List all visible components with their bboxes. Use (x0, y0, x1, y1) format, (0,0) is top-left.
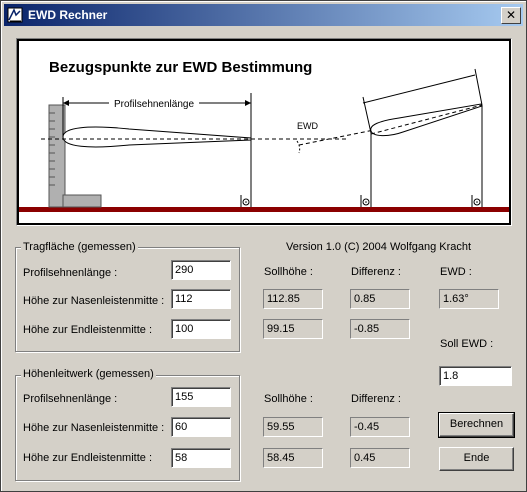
wing-profile (62, 126, 252, 148)
tail-chord-input[interactable]: 155 (171, 387, 231, 407)
wing-le-height-label: Höhe zur Nasenleistenmitte : (23, 295, 165, 307)
ewd-label: EWD : (440, 266, 472, 278)
wing-soll-te-readout: 99.15 (263, 319, 323, 339)
close-button[interactable]: ✕ (501, 7, 521, 24)
tail-le-height-label: Höhe zur Nasenleistenmitte : (23, 422, 165, 434)
soll-ewd-label: Soll EWD : (440, 338, 494, 350)
wing-chord-label: Profilsehnenlänge : (23, 267, 118, 279)
chord-label: Profilsehnenlänge (114, 99, 194, 110)
base-bar (19, 207, 509, 212)
diagram-canvas: Bezugspunkte zur EWD Bestimmung Profilse… (19, 41, 509, 223)
ruler-foot (62, 194, 102, 208)
wing-te-height-input[interactable]: 100 (171, 319, 231, 339)
tail-chord-label: Profilsehnenlänge : (23, 393, 118, 405)
wing-soll-le-readout: 112.85 (263, 289, 323, 309)
end-button[interactable]: Ende (439, 447, 514, 471)
title-bar[interactable]: EWD Rechner ✕ (4, 4, 523, 26)
wing-group-title: Tragfläche (gemessen) (21, 241, 138, 253)
tail-te-height-label: Höhe zur Endleistenmitte : (23, 452, 153, 464)
tail-le-height-input[interactable]: 60 (171, 417, 231, 437)
ewd-diagram-label: EWD (297, 121, 318, 131)
wing-differenz-header: Differenz : (351, 266, 401, 278)
ewd-readout: 1.63° (439, 289, 499, 309)
ewd-arc (296, 140, 301, 154)
wing-chord-input[interactable]: 290 (171, 260, 231, 280)
tail-reference-line (298, 128, 380, 146)
wing-diff-te-readout: -0.85 (350, 319, 410, 339)
wing-diff-le-readout: 0.85 (350, 289, 410, 309)
tail-differenz-header: Differenz : (351, 393, 401, 405)
chord-arrow-right (245, 100, 251, 106)
main-window: EWD Rechner ✕ Bezugspunkte zur EWD Besti… (0, 0, 527, 492)
soll-ewd-input[interactable]: 1.8 (439, 366, 512, 386)
window-title: EWD Rechner (28, 8, 108, 22)
tail-soll-le-readout: 59.55 (263, 417, 323, 437)
ewd-diagram: Profilsehnenlänge EWD (19, 68, 509, 212)
tail-te-height-input[interactable]: 58 (171, 448, 231, 468)
wing-sollhoehe-header: Sollhöhe : (264, 266, 313, 278)
tail-dimension-line (362, 74, 476, 104)
diagram-frame: Bezugspunkte zur EWD Bestimmung Profilse… (16, 38, 512, 226)
tail-diff-le-readout: -0.45 (350, 417, 410, 437)
tail-soll-te-readout: 58.45 (263, 448, 323, 468)
calculate-button[interactable]: Berechnen (438, 412, 515, 438)
wing-le-height-input[interactable]: 112 (171, 289, 231, 309)
wing-te-height-label: Höhe zur Endleistenmitte : (23, 324, 153, 336)
tail-group-title: Höhenleitwerk (gemessen) (21, 368, 156, 380)
tail-sollhoehe-header: Sollhöhe : (264, 393, 313, 405)
calculator-app-icon (7, 7, 23, 23)
version-text: Version 1.0 (C) 2004 Wolfgang Kracht (286, 241, 472, 253)
close-icon: ✕ (505, 8, 517, 22)
tail-diff-te-readout: 0.45 (350, 448, 410, 468)
